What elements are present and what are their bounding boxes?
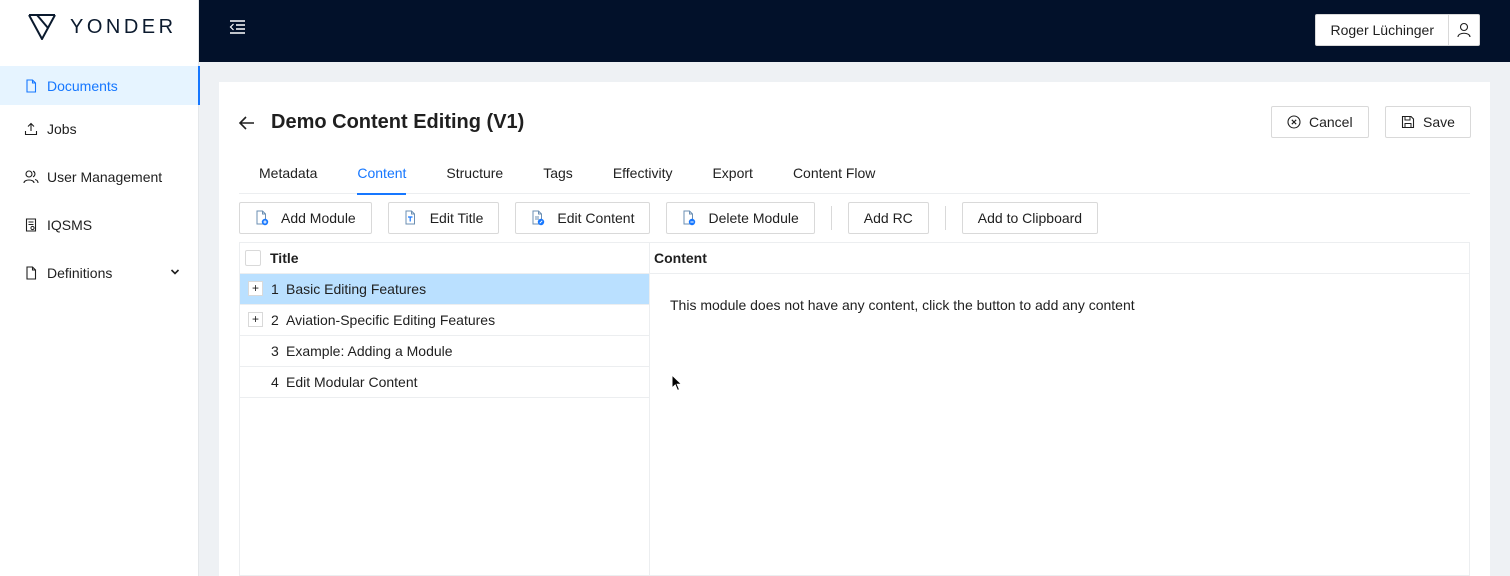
toolbar-divider: [830, 206, 832, 230]
sidebar-item-label: IQSMS: [47, 217, 93, 233]
sidebar-item-definitions[interactable]: Definitions: [0, 249, 199, 297]
file-delete-icon: [683, 210, 696, 226]
sidebar-item-label: Documents: [47, 77, 118, 94]
row-number: 3: [271, 343, 279, 359]
tree-row[interactable]: 3 Example: Adding a Module: [240, 336, 649, 367]
tree-row[interactable]: 4 Edit Modular Content: [240, 367, 649, 398]
logo[interactable]: YONDER: [28, 12, 177, 42]
tab-effectivity[interactable]: Effectivity: [593, 152, 693, 194]
save-icon: [1401, 115, 1415, 129]
cancel-label: Cancel: [1309, 114, 1353, 130]
edit-title-label: Edit Title: [429, 210, 484, 226]
tab-bar: Metadata Content Structure Tags Effectiv…: [239, 152, 1470, 195]
row-number: 4: [271, 374, 279, 390]
back-arrow-icon[interactable]: [238, 114, 256, 132]
tab-tags[interactable]: Tags: [523, 152, 593, 194]
add-to-clipboard-label: Add to Clipboard: [977, 210, 1083, 226]
delete-module-label: Delete Module: [708, 210, 799, 226]
cancel-button[interactable]: Cancel: [1271, 106, 1369, 138]
sidebar-nav: Documents Jobs User Management IQSMS Def…: [0, 66, 200, 297]
content-header: Content: [650, 243, 1469, 274]
sidebar-item-iqsms[interactable]: IQSMS: [0, 201, 199, 249]
tree-header: Title: [240, 243, 649, 274]
chevron-down-icon[interactable]: [169, 266, 181, 278]
sidebar-item-jobs[interactable]: Jobs: [0, 105, 199, 153]
user-menu[interactable]: Roger Lüchinger: [1315, 14, 1480, 46]
add-module-button[interactable]: Add Module: [239, 202, 372, 234]
module-tree: Title + 1 Basic Editing Features + 2 Avi…: [240, 243, 650, 575]
save-label: Save: [1423, 114, 1455, 130]
expand-icon[interactable]: +: [248, 312, 263, 327]
sidebar-item-label: User Management: [47, 169, 163, 185]
main-card: Demo Content Editing (V1) Cancel Save Me…: [219, 82, 1490, 576]
empty-content-message: This module does not have any content, c…: [670, 297, 1135, 313]
file-add-icon: [256, 210, 269, 226]
editor-panels: Title + 1 Basic Editing Features + 2 Avi…: [239, 242, 1470, 576]
menu-fold-icon[interactable]: [229, 19, 247, 35]
tab-structure[interactable]: Structure: [426, 152, 523, 194]
file-edit-icon: [532, 210, 545, 226]
add-rc-button[interactable]: Add RC: [847, 202, 929, 234]
sidebar-item-user-management[interactable]: User Management: [0, 153, 199, 201]
tree-header-label: Title: [270, 250, 299, 266]
tree-row[interactable]: + 2 Aviation-Specific Editing Features: [240, 305, 649, 336]
content-pane: Content This module does not have any co…: [650, 243, 1469, 575]
save-button[interactable]: Save: [1385, 106, 1471, 138]
edit-content-button[interactable]: Edit Content: [515, 202, 651, 234]
sidebar-item-label: Jobs: [47, 121, 77, 137]
tab-export[interactable]: Export: [692, 152, 772, 194]
report-icon: [23, 217, 39, 233]
edit-content-label: Edit Content: [557, 210, 635, 226]
delete-module-button[interactable]: Delete Module: [666, 202, 815, 234]
page-title: Demo Content Editing (V1): [271, 111, 525, 133]
content-toolbar: Add Module Edit Title Edit Content Delet…: [239, 202, 1114, 234]
add-to-clipboard-button[interactable]: Add to Clipboard: [961, 202, 1099, 234]
logo-text: YONDER: [70, 15, 177, 38]
tab-content[interactable]: Content: [337, 152, 426, 195]
sidebar-item-label: Definitions: [47, 265, 113, 281]
file-icon: [23, 265, 39, 281]
mouse-cursor-icon: [671, 374, 683, 392]
user-icon[interactable]: [1449, 15, 1479, 45]
expand-icon[interactable]: +: [248, 281, 263, 296]
tab-content-flow[interactable]: Content Flow: [773, 152, 895, 194]
row-title: Edit Modular Content: [286, 374, 418, 390]
file-text-icon: [405, 210, 415, 225]
top-bar: Roger Lüchinger: [199, 0, 1510, 62]
sidebar-item-documents[interactable]: Documents: [0, 66, 200, 105]
upload-icon: [23, 121, 39, 137]
file-icon: [23, 78, 39, 94]
tree-row[interactable]: + 1 Basic Editing Features: [240, 274, 649, 305]
row-title: Example: Adding a Module: [286, 343, 453, 359]
tab-metadata[interactable]: Metadata: [239, 152, 337, 194]
users-icon: [23, 169, 39, 185]
row-number: 1: [271, 281, 279, 297]
row-number: 2: [271, 312, 279, 328]
yonder-logo-icon: [28, 14, 56, 40]
row-title: Aviation-Specific Editing Features: [286, 312, 496, 328]
select-all-checkbox[interactable]: [245, 250, 261, 266]
edit-title-button[interactable]: Edit Title: [387, 202, 500, 234]
toolbar-divider: [944, 206, 946, 230]
add-rc-label: Add RC: [863, 210, 913, 226]
user-name[interactable]: Roger Lüchinger: [1316, 15, 1449, 45]
close-circle-icon: [1287, 115, 1301, 129]
add-module-label: Add Module: [281, 210, 356, 226]
row-title: Basic Editing Features: [286, 281, 427, 297]
sidebar: YONDER Documents Jobs User Management IQ…: [0, 0, 200, 576]
